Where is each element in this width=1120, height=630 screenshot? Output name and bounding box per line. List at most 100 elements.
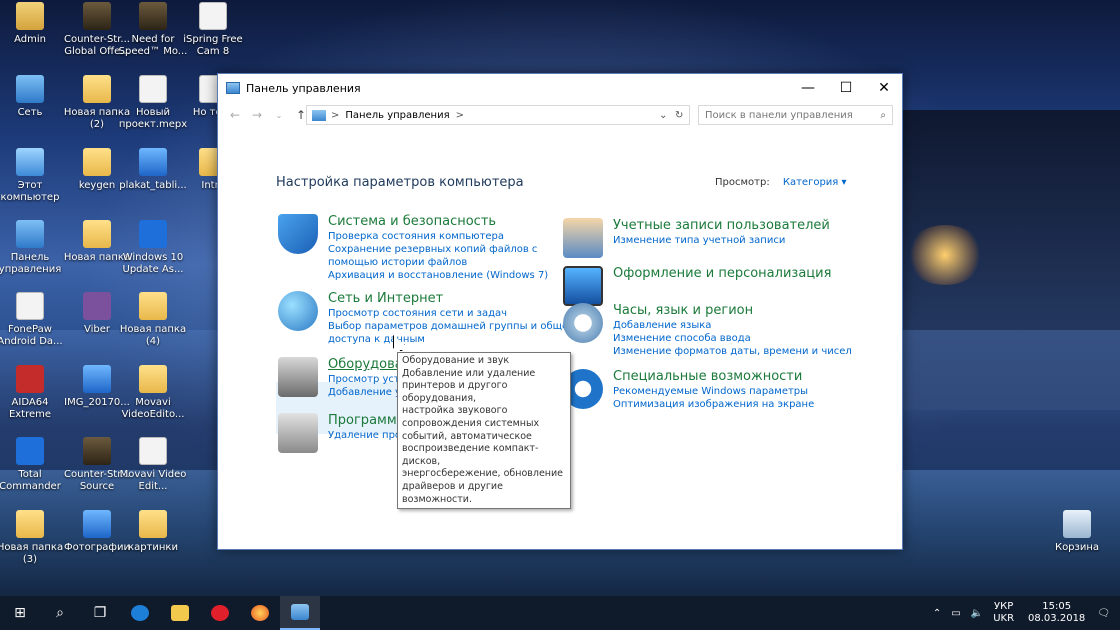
- category-link[interactable]: Изменение способа ввода: [613, 332, 852, 345]
- minimize-button[interactable]: —: [789, 74, 827, 102]
- desktop-icon[interactable]: Панель управления: [0, 220, 65, 276]
- desktop-icon[interactable]: Сеть: [0, 75, 65, 119]
- desktop-icon[interactable]: FonePaw Android Da...: [0, 292, 65, 348]
- computer-icon: [16, 148, 44, 176]
- notifications-icon[interactable]: 🗨: [1097, 608, 1110, 619]
- start-button[interactable]: ⊞: [0, 596, 40, 630]
- desktop-icon-label: FonePaw Android Da...: [0, 324, 63, 347]
- firefox-icon[interactable]: [240, 596, 280, 630]
- network-globe-icon[interactable]: [278, 291, 318, 331]
- desktop-icon[interactable]: Movavi Video Edit...: [118, 437, 188, 493]
- search-input[interactable]: Поиск в панели управления ⌕: [698, 105, 893, 125]
- desktop-icon[interactable]: Корзина: [1042, 510, 1112, 554]
- language-indicator[interactable]: УКР UKR: [993, 601, 1014, 625]
- game-icon: [83, 437, 111, 465]
- category-link[interactable]: Рекомендуемые Windows параметры: [613, 385, 814, 398]
- programs-icon[interactable]: [278, 413, 318, 453]
- category-title[interactable]: Специальные возможности: [613, 369, 814, 385]
- page-title: Настройка параметров компьютера: [276, 175, 524, 190]
- category-link[interactable]: доступа к данным: [328, 333, 580, 346]
- category-item: Сеть и Интернет Просмотр состояния сети и…: [278, 291, 580, 346]
- category-item: Программы Удаление прог: [278, 413, 407, 453]
- network-tray-icon[interactable]: ▭: [951, 608, 960, 619]
- category-link[interactable]: Выбор параметров домашней группы и общег…: [328, 320, 580, 333]
- search-icon[interactable]: ⌕: [40, 596, 80, 630]
- desktop-icon-label: Windows 10 Update As...: [122, 252, 184, 275]
- users-icon[interactable]: [563, 218, 603, 258]
- category-link[interactable]: Оптимизация изображения на экране: [613, 398, 814, 411]
- tooltip: Оборудование и звук Добавление или удале…: [397, 352, 571, 510]
- task-view-icon[interactable]: ❐: [80, 596, 120, 630]
- shield-icon[interactable]: [278, 214, 318, 254]
- desktop-icon-label: Viber: [83, 324, 110, 335]
- category-link[interactable]: Сохранение резервных копий файлов с: [328, 243, 548, 256]
- close-button[interactable]: ✕: [865, 74, 903, 102]
- taskbar: ⊞ ⌕ ❐ ⌃ ▭ 🔈 УКР UKR 15:05 08.03.2018 🗨: [0, 596, 1120, 630]
- image-icon: [83, 365, 111, 393]
- recent-chevron-icon[interactable]: ⌄: [268, 111, 290, 120]
- desktop-icon[interactable]: Новая папка (4): [118, 292, 188, 348]
- file-explorer-icon[interactable]: [160, 596, 200, 630]
- breadcrumb[interactable]: Панель управления: [345, 110, 449, 121]
- category-link[interactable]: Добавление языка: [613, 319, 852, 332]
- category-item: Учетные записи пользователей Изменение ти…: [563, 218, 830, 258]
- category-link[interactable]: Изменение типа учетной записи: [613, 234, 830, 247]
- language-top: УКР: [994, 601, 1014, 612]
- opera-icon[interactable]: [200, 596, 240, 630]
- breadcrumb-separator: >: [331, 109, 340, 121]
- desktop-icon[interactable]: картинки: [118, 510, 188, 554]
- category-title[interactable]: Учетные записи пользователей: [613, 218, 830, 234]
- category-link[interactable]: Изменение форматов даты, времени и чисел: [613, 345, 852, 358]
- folder-icon: [139, 365, 167, 393]
- desktop-icon[interactable]: Windows 10 Update As...: [118, 220, 188, 276]
- search-placeholder: Поиск в панели управления: [705, 109, 853, 121]
- back-arrow-icon[interactable]: ←: [224, 108, 246, 122]
- desktop-icon-label: plakat_tabli...: [119, 180, 187, 191]
- maximize-button[interactable]: ☐: [827, 74, 865, 102]
- clock-date: 08.03.2018: [1028, 613, 1086, 624]
- category-link[interactable]: Удаление прог: [328, 429, 407, 442]
- search-icon[interactable]: ⌕: [880, 110, 886, 121]
- desktop-icon[interactable]: Новая папка (3): [0, 510, 65, 566]
- category-link[interactable]: Проверка состояния компьютера: [328, 230, 548, 243]
- clock[interactable]: 15:05 08.03.2018: [1028, 601, 1085, 625]
- title-bar[interactable]: Панель управления — ☐ ✕: [218, 74, 902, 102]
- address-bar[interactable]: > Панель управления > ⌄ ↻: [306, 105, 690, 125]
- aida-icon: [16, 365, 44, 393]
- desktop-icon-label: Сеть: [17, 107, 43, 118]
- refresh-icon[interactable]: ↻: [675, 110, 683, 121]
- category-title[interactable]: Сеть и Интернет: [328, 291, 580, 307]
- category-link[interactable]: помощью истории файлов: [328, 256, 548, 269]
- clock-icon[interactable]: [563, 303, 603, 343]
- clock-time: 15:05: [1042, 601, 1072, 612]
- desktop-icon[interactable]: AIDA64 Extreme: [0, 365, 65, 421]
- view-category-dropdown[interactable]: Категория ▾: [783, 177, 847, 188]
- control-panel-icon: [226, 82, 240, 94]
- desktop-icon[interactable]: Movavi VideoEdito...: [118, 365, 188, 421]
- category-link[interactable]: Просмотр состояния сети и задач: [328, 307, 580, 320]
- category-title[interactable]: Оформление и персонализация: [613, 266, 831, 282]
- view-label: Просмотр:: [715, 177, 770, 188]
- printer-icon[interactable]: [278, 357, 318, 397]
- chevron-up-icon[interactable]: ⌃: [933, 608, 941, 619]
- desktop-icon[interactable]: iSpring Free Cam 8: [178, 2, 248, 58]
- control-panel-taskbar-icon[interactable]: [280, 596, 320, 630]
- desktop-icon[interactable]: Этот компьютер: [0, 148, 65, 204]
- desktop-icon-label: Total Commander: [0, 469, 61, 492]
- view-value: Категория: [782, 177, 839, 188]
- desktop-icon[interactable]: Total Commander: [0, 437, 65, 493]
- monitor-icon[interactable]: [563, 266, 603, 306]
- edge-icon[interactable]: [120, 596, 160, 630]
- desktop-icon-label: Movavi VideoEdito...: [121, 397, 185, 420]
- category-link[interactable]: Архивация и восстановление (Windows 7): [328, 269, 548, 282]
- control-panel-icon: [312, 109, 326, 121]
- volume-icon[interactable]: 🔈: [971, 608, 983, 619]
- category-title[interactable]: Программы: [328, 413, 407, 429]
- category-title[interactable]: Система и безопасность: [328, 214, 548, 230]
- desktop-icon-label: Admin: [14, 34, 46, 45]
- folder-icon: [139, 292, 167, 320]
- forward-arrow-icon[interactable]: →: [246, 108, 268, 122]
- category-title[interactable]: Часы, язык и регион: [613, 303, 852, 319]
- desktop-icon[interactable]: Admin: [0, 2, 65, 46]
- chevron-down-icon[interactable]: ⌄: [659, 110, 667, 121]
